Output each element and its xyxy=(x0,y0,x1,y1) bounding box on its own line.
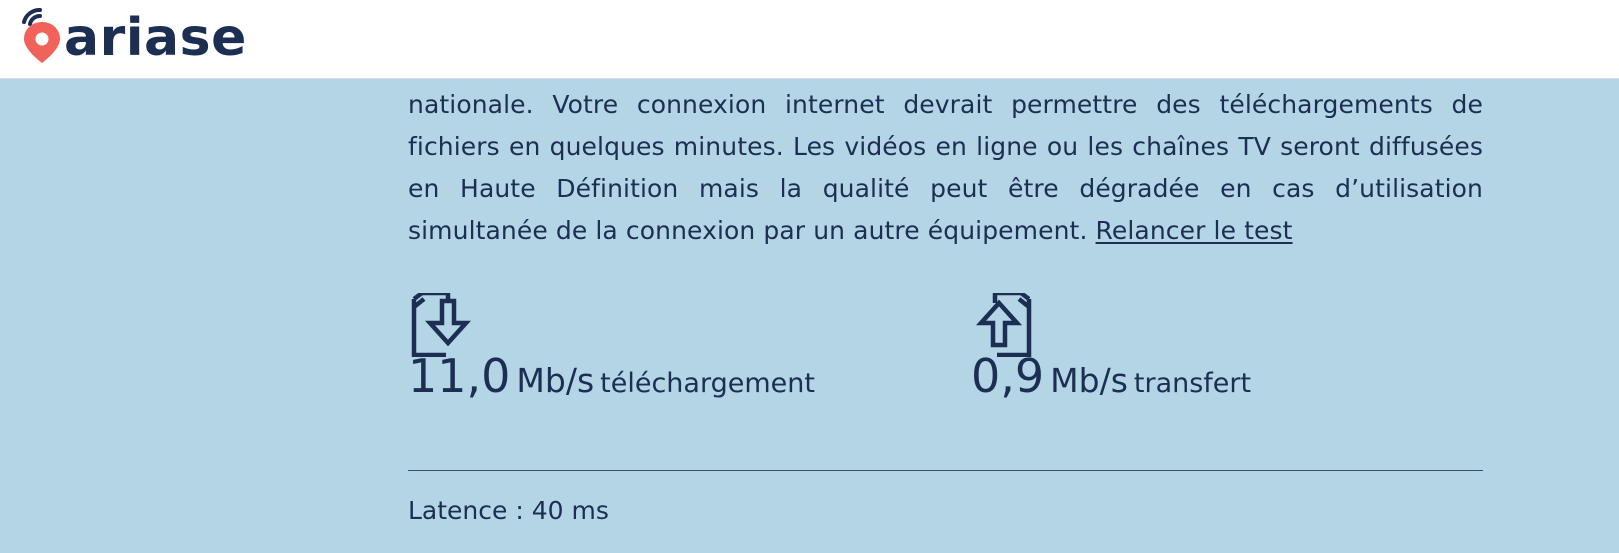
logo-text: ariase xyxy=(64,8,247,68)
result-description: nationale. Votre connexion internet devr… xyxy=(408,78,1483,252)
location-pin-icon xyxy=(22,8,60,63)
divider xyxy=(408,470,1483,471)
ariase-logo[interactable]: ariase xyxy=(18,4,247,70)
upload-file-icon xyxy=(975,293,1032,357)
site-header: ariase xyxy=(0,0,1619,79)
latency-text: Latence : 40 ms xyxy=(408,496,609,525)
upload-unit: Mb/s xyxy=(1050,361,1128,400)
speed-stats: 11,0 Mb/s téléchargement 0,9 Mb/s transfert xyxy=(408,293,1483,413)
download-value: 11,0 xyxy=(408,349,511,403)
download-label: téléchargement xyxy=(600,368,815,399)
upload-value: 0,9 xyxy=(971,349,1045,403)
upload-readout: 0,9 Mb/s transfert xyxy=(971,353,1251,399)
result-description-text: nationale. Votre connexion internet devr… xyxy=(408,90,1483,245)
download-file-icon xyxy=(411,293,472,357)
retest-link[interactable]: Relancer le test xyxy=(1096,216,1293,245)
upload-label: transfert xyxy=(1133,368,1252,399)
speedtest-result: nationale. Votre connexion internet devr… xyxy=(408,78,1483,525)
download-unit: Mb/s xyxy=(516,361,595,400)
download-readout: 11,0 Mb/s téléchargement xyxy=(408,353,815,399)
